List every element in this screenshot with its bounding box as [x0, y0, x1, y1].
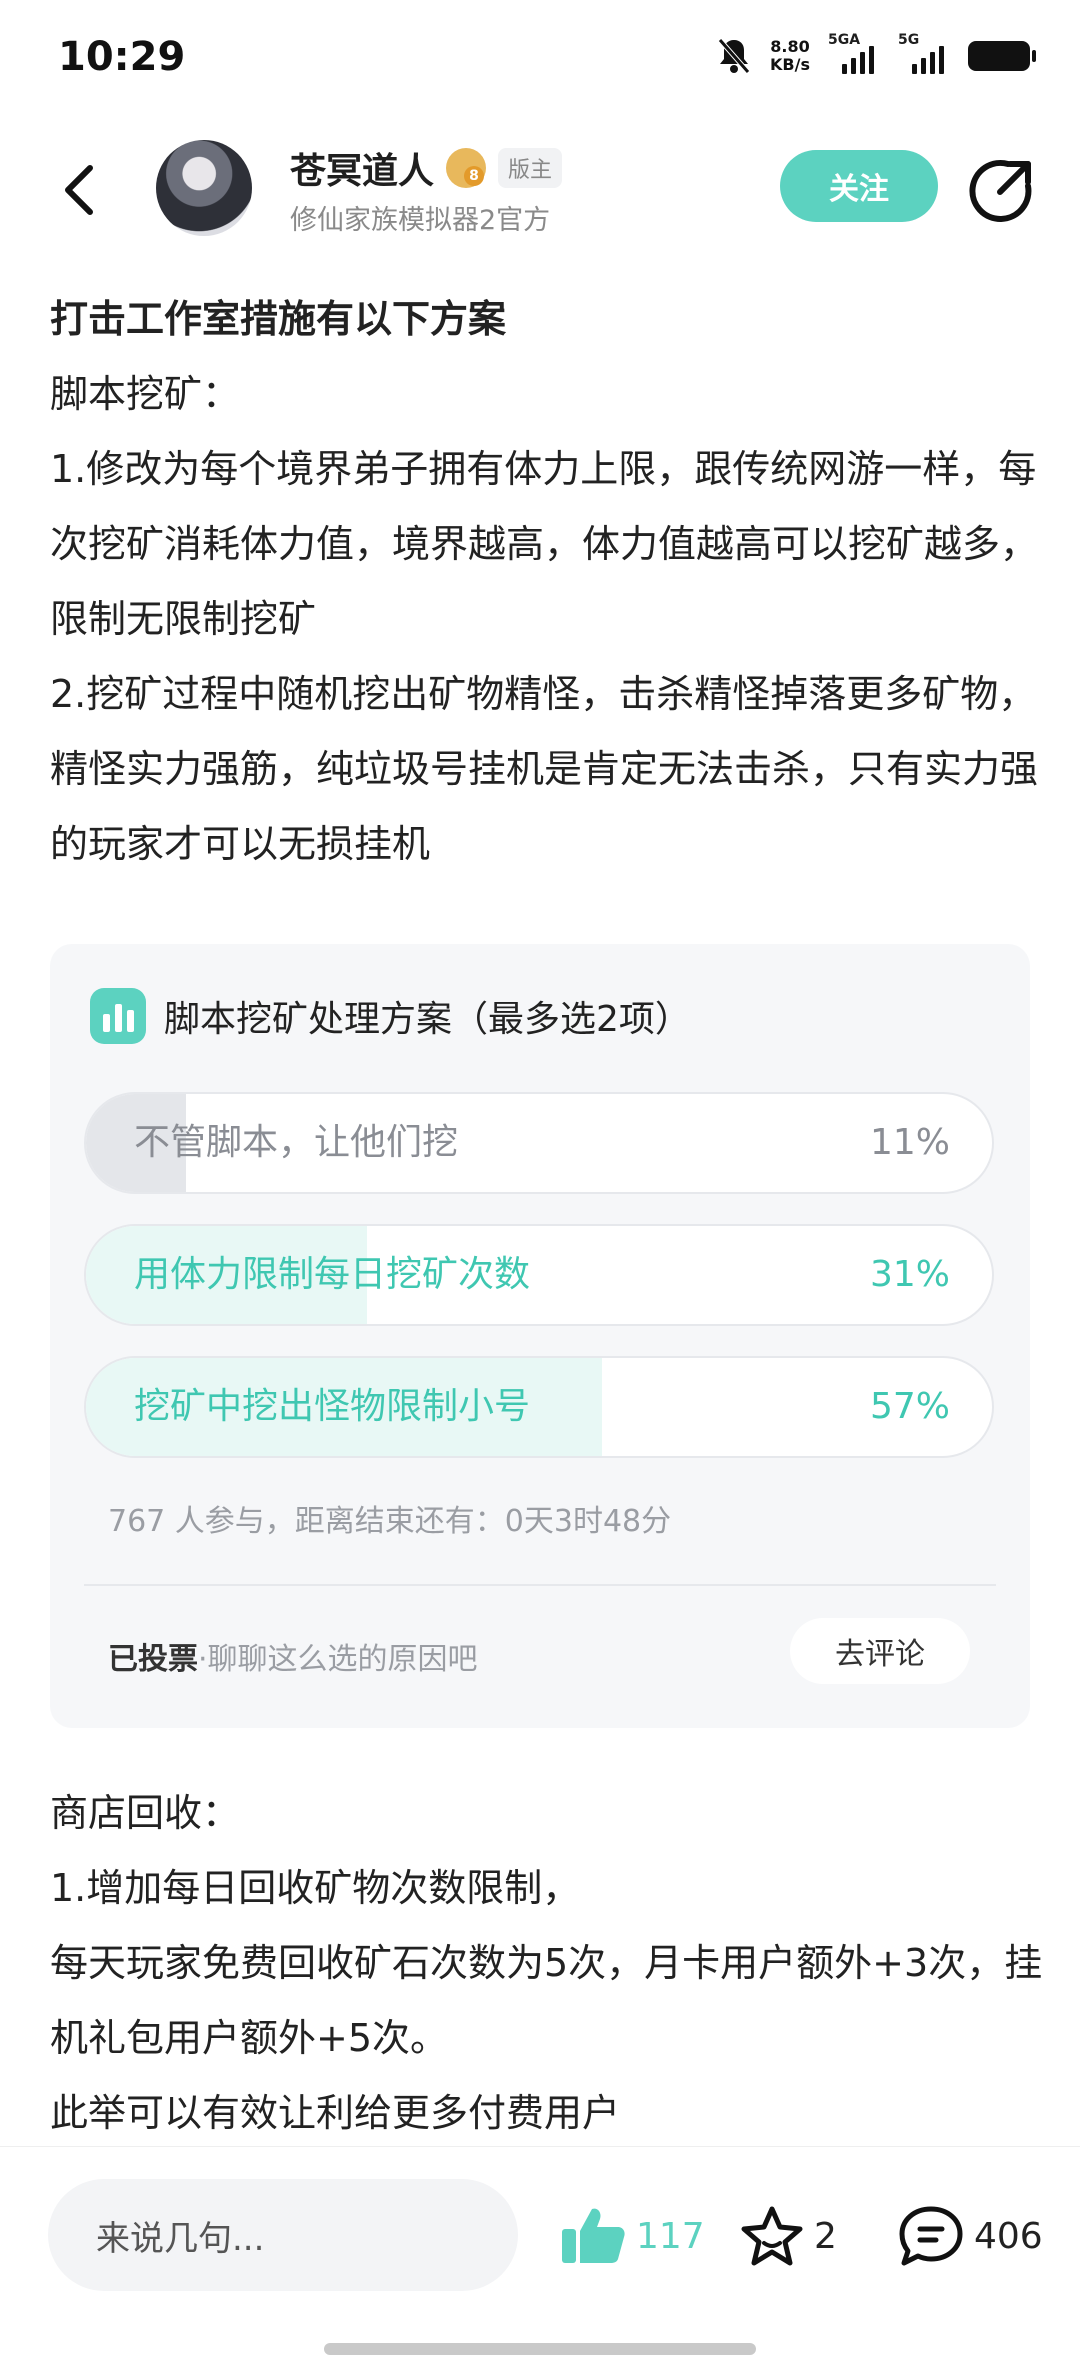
network-speed-value: 8.80	[770, 37, 810, 56]
author-name[interactable]: 苍冥道人	[290, 142, 434, 194]
like-button[interactable]: 117	[560, 2205, 705, 2267]
status-time: 10:29	[58, 34, 186, 80]
status-bar: 10:29 8.80 KB/s 5GA 5G	[0, 0, 1080, 120]
paragraph: 1.增加每日回收矿物次数限制，	[50, 1866, 581, 1910]
voted-label: 已投票	[108, 1642, 198, 1677]
voted-hint: ·聊聊这么选的原因吧	[198, 1642, 478, 1677]
comment-input[interactable]: 来说几句...	[48, 2179, 518, 2291]
poll-option-label: 不管脚本，让他们挖	[134, 1122, 459, 1163]
post-body: 打击工作室措施有以下方案 脚本挖矿： 1.修改为每个境界弟子拥有体力上限，跟传统…	[50, 282, 1040, 882]
paragraph: 此举可以有效让利给更多付费用户	[50, 2091, 621, 2135]
section-heading: 商店回收：	[50, 1791, 241, 1835]
follow-button[interactable]: 关注	[780, 150, 938, 222]
avatar[interactable]	[156, 140, 252, 236]
poll-info: 767 人参与，距离结束还有：0天3时48分	[108, 1504, 672, 1539]
back-arrow-icon[interactable]	[56, 160, 104, 220]
signal-5ga-icon: 5GA	[828, 32, 880, 74]
poll-option-label: 用体力限制每日挖矿次数	[134, 1254, 531, 1295]
signal-5g-icon: 5G	[898, 32, 950, 74]
network-speed: 8.80 KB/s	[770, 38, 810, 74]
like-count: 117	[636, 2215, 705, 2257]
paragraph: 1.修改为每个境界弟子拥有体力上限，跟传统网游一样，每次挖矿消耗体力值，境界越高…	[50, 447, 1039, 641]
poll-card: 脚本挖矿处理方案（最多选2项） 不管脚本，让他们挖 11% 用体力限制每日挖矿次…	[50, 944, 1030, 1728]
status-icons: 8.80 KB/s 5GA 5G	[716, 32, 1036, 76]
poll-option-percent: 31%	[869, 1254, 950, 1295]
level-badge-icon: 8	[446, 148, 487, 188]
divider	[84, 1584, 996, 1586]
home-indicator[interactable]	[324, 2343, 756, 2355]
mute-bell-icon	[718, 38, 750, 74]
comment-bubble-icon	[899, 2206, 963, 2266]
poll-option[interactable]: 挖矿中挖出怪物限制小号 57%	[84, 1356, 994, 1458]
comments-button[interactable]: 406	[898, 2205, 1043, 2267]
post-header: 苍冥道人 8 版主 修仙家族模拟器2官方 关注	[0, 120, 1080, 260]
bottom-action-bar: 来说几句... 117 2 406	[0, 2146, 1080, 2377]
bar-chart-icon	[90, 988, 146, 1044]
comment-count: 406	[974, 2215, 1043, 2257]
poll-option-percent: 57%	[869, 1386, 950, 1427]
paragraph: 每天玩家免费回收矿石次数为5次，月卡用户额外+3次，挂机礼包用户额外+5次。	[50, 1941, 1043, 2060]
poll-option[interactable]: 用体力限制每日挖矿次数 31%	[84, 1224, 994, 1326]
post-title: 打击工作室措施有以下方案	[50, 297, 507, 341]
poll-option-label: 挖矿中挖出怪物限制小号	[134, 1386, 531, 1427]
post-body-continued: 商店回收： 1.增加每日回收矿物次数限制， 每天玩家免费回收矿石次数为5次，月卡…	[50, 1776, 1050, 2151]
favorite-button[interactable]: 2	[740, 2205, 837, 2267]
favorite-count: 2	[814, 2215, 837, 2257]
go-comment-button[interactable]: 去评论	[790, 1618, 970, 1684]
network-speed-unit: KB/s	[770, 55, 810, 74]
author-row: 苍冥道人 8 版主	[290, 142, 563, 194]
poll-header: 脚本挖矿处理方案（最多选2项）	[90, 988, 691, 1044]
thumbs-up-icon	[562, 2208, 625, 2263]
share-icon[interactable]	[968, 156, 1036, 224]
voted-status: 已投票·聊聊这么选的原因吧	[108, 1634, 478, 1678]
section-heading: 脚本挖矿：	[50, 372, 241, 416]
star-icon	[741, 2206, 803, 2266]
poll-option-percent: 11%	[869, 1122, 950, 1163]
level-number: 8	[464, 166, 485, 186]
poll-option[interactable]: 不管脚本，让他们挖 11%	[84, 1092, 994, 1194]
battery-icon	[968, 41, 1036, 71]
paragraph: 2.挖矿过程中随机挖出矿物精怪，击杀精怪掉落更多矿物，精怪实力强筋，纯垃圾号挂机…	[50, 672, 1039, 866]
author-subtitle: 修仙家族模拟器2官方	[290, 205, 551, 236]
role-badge: 版主	[498, 148, 563, 188]
poll-title: 脚本挖矿处理方案（最多选2项）	[164, 999, 691, 1040]
